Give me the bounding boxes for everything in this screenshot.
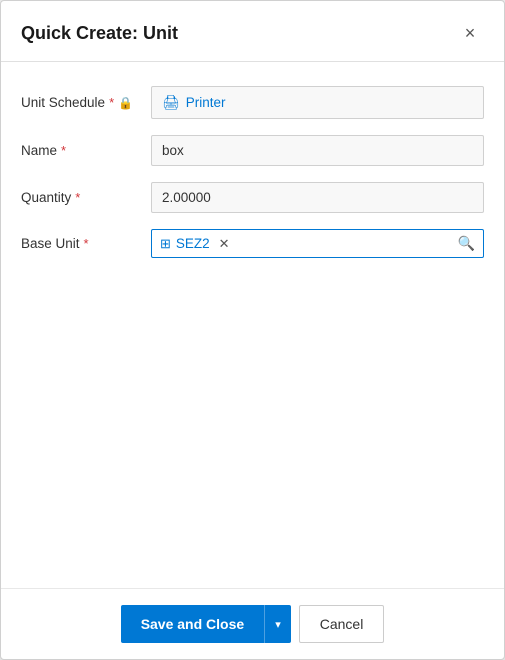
printer-link[interactable]: Printer (186, 95, 226, 110)
base-unit-tag: ⊞ SEZ2 ✕ (160, 236, 458, 252)
base-unit-required: * (84, 236, 89, 251)
printer-icon: 🖨 (162, 94, 180, 111)
sez-link[interactable]: SEZ2 (176, 236, 210, 251)
close-button[interactable]: × (456, 19, 484, 47)
quantity-label: Quantity * (21, 190, 151, 205)
dialog-body: Unit Schedule * 🔒 🖨 Printer Name * (1, 62, 504, 588)
quantity-row: Quantity * (21, 182, 484, 213)
search-icon[interactable]: 🔍 (458, 235, 475, 252)
name-input[interactable] (151, 135, 484, 166)
remove-tag-button[interactable]: ✕ (217, 236, 232, 252)
dialog-header: Quick Create: Unit × (1, 1, 504, 62)
close-icon: × (465, 23, 476, 44)
base-unit-input-container[interactable]: ⊞ SEZ2 ✕ 🔍 (151, 229, 484, 258)
chevron-down-icon: ▾ (275, 619, 281, 631)
unit-schedule-row: Unit Schedule * 🔒 🖨 Printer (21, 86, 484, 119)
unit-schedule-field: 🖨 Printer (151, 86, 484, 119)
dialog-footer: Save and Close ▾ Cancel (1, 588, 504, 659)
quantity-required: * (75, 190, 80, 205)
cancel-button[interactable]: Cancel (299, 605, 385, 643)
sez-icon: ⊞ (160, 236, 171, 252)
name-row: Name * (21, 135, 484, 166)
name-field (151, 135, 484, 166)
dialog-title: Quick Create: Unit (21, 23, 178, 44)
name-label: Name * (21, 143, 151, 158)
unit-schedule-label: Unit Schedule * 🔒 (21, 95, 151, 110)
printer-field: 🖨 Printer (151, 86, 484, 119)
base-unit-field: ⊞ SEZ2 ✕ 🔍 (151, 229, 484, 258)
save-close-button[interactable]: Save and Close (121, 605, 265, 643)
quick-create-dialog: Quick Create: Unit × Unit Schedule * 🔒 🖨… (0, 0, 505, 660)
base-unit-label: Base Unit * (21, 236, 151, 251)
unit-schedule-required: * (109, 95, 114, 110)
quantity-field (151, 182, 484, 213)
name-required: * (61, 143, 66, 158)
save-close-chevron[interactable]: ▾ (264, 605, 291, 643)
base-unit-row: Base Unit * ⊞ SEZ2 ✕ 🔍 (21, 229, 484, 258)
quantity-input[interactable] (151, 182, 484, 213)
lock-icon: 🔒 (118, 96, 133, 110)
save-close-group: Save and Close ▾ (121, 605, 291, 643)
